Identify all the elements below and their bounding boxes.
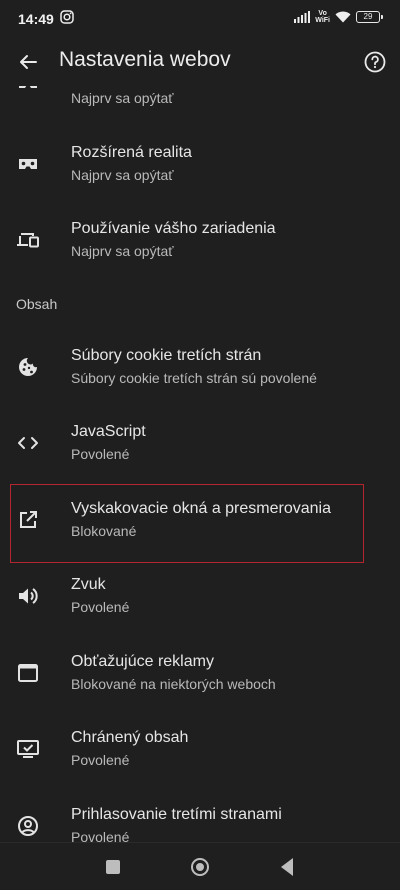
back-arrow-icon[interactable] (14, 48, 42, 76)
item-subtitle: Súbory cookie tretích strán sú povolené (71, 370, 317, 386)
item-title: Prihlasovanie tretími stranami (71, 806, 282, 823)
recents-button[interactable] (106, 860, 120, 874)
item-subtitle: Najprv sa opýtať (71, 243, 174, 259)
item-title: Obťažujúce reklamy (71, 653, 214, 670)
list-item-third-party-signin[interactable]: Prihlasovanie tretími stranami Povolené (0, 792, 400, 842)
item-subtitle: Blokované na niektorých weboch (71, 676, 276, 692)
status-time: 14:49 (18, 11, 54, 27)
cookie-icon (19, 358, 37, 376)
item-subtitle: Blokované (71, 523, 137, 539)
help-icon[interactable] (363, 50, 387, 74)
ad-window-icon (18, 664, 38, 682)
list-item-vr[interactable]: Najprv sa opýtať (0, 86, 400, 120)
toolbar: Nastavenia webov (0, 38, 400, 86)
signal-icon (294, 11, 311, 23)
list-item-intrusive-ads[interactable]: Obťažujúce reklamy Blokované na niektorý… (0, 639, 400, 703)
list-item-javascript[interactable]: JavaScript Povolené (0, 409, 400, 473)
system-nav-bar (0, 842, 400, 890)
system-back-button[interactable] (281, 858, 293, 876)
devices-icon (17, 233, 39, 248)
volume-icon (19, 588, 38, 604)
battery-icon: 29 (356, 11, 383, 23)
item-title: Používanie vášho zariadenia (71, 220, 276, 237)
open-in-new-icon (20, 511, 37, 528)
item-subtitle: Povolené (71, 446, 130, 462)
list-item-third-party-cookies[interactable]: Súbory cookie tretích strán Súbory cooki… (0, 333, 400, 397)
settings-list: Najprv sa opýtať Rozšírená realita Najpr… (0, 86, 400, 842)
instagram-icon (60, 10, 74, 24)
ar-headset-icon (19, 159, 37, 169)
item-title: JavaScript (71, 423, 146, 440)
item-title: Zvuk (71, 576, 106, 593)
item-title: Súbory cookie tretích strán (71, 347, 262, 364)
item-title: Vyskakovacie okná a presmerovania (71, 500, 331, 517)
item-title: Chránený obsah (71, 729, 189, 746)
list-item-device-use[interactable]: Používanie vášho zariadenia Najprv sa op… (0, 206, 400, 270)
status-bar: 14:49 Vo WiFi 29 (0, 0, 400, 38)
item-subtitle: Povolené (71, 752, 130, 768)
section-header-content: Obsah (16, 296, 58, 312)
vr-headset-icon (19, 86, 37, 88)
protected-content-icon (17, 740, 39, 758)
page-title: Nastavenia webov (59, 48, 231, 71)
list-item-protected-content[interactable]: Chránený obsah Povolené (0, 715, 400, 779)
item-subtitle: Najprv sa opýtať (71, 167, 174, 183)
code-icon (18, 437, 38, 449)
item-subtitle: Povolené (71, 829, 130, 842)
status-icons: Vo WiFi 29 (294, 10, 383, 24)
vowifi-indicator: Vo WiFi (315, 10, 330, 24)
list-item-ar[interactable]: Rozšírená realita Najprv sa opýtať (0, 130, 400, 194)
item-subtitle: Povolené (71, 599, 130, 615)
list-item-sound[interactable]: Zvuk Povolené (0, 562, 400, 626)
item-subtitle: Najprv sa opýtať (71, 90, 174, 106)
wifi-icon (335, 11, 351, 23)
account-circle-icon (18, 816, 38, 836)
list-item-popups-redirects[interactable]: Vyskakovacie okná a presmerovania Blokov… (0, 486, 400, 550)
home-button[interactable] (191, 858, 209, 876)
item-title: Rozšírená realita (71, 144, 192, 161)
